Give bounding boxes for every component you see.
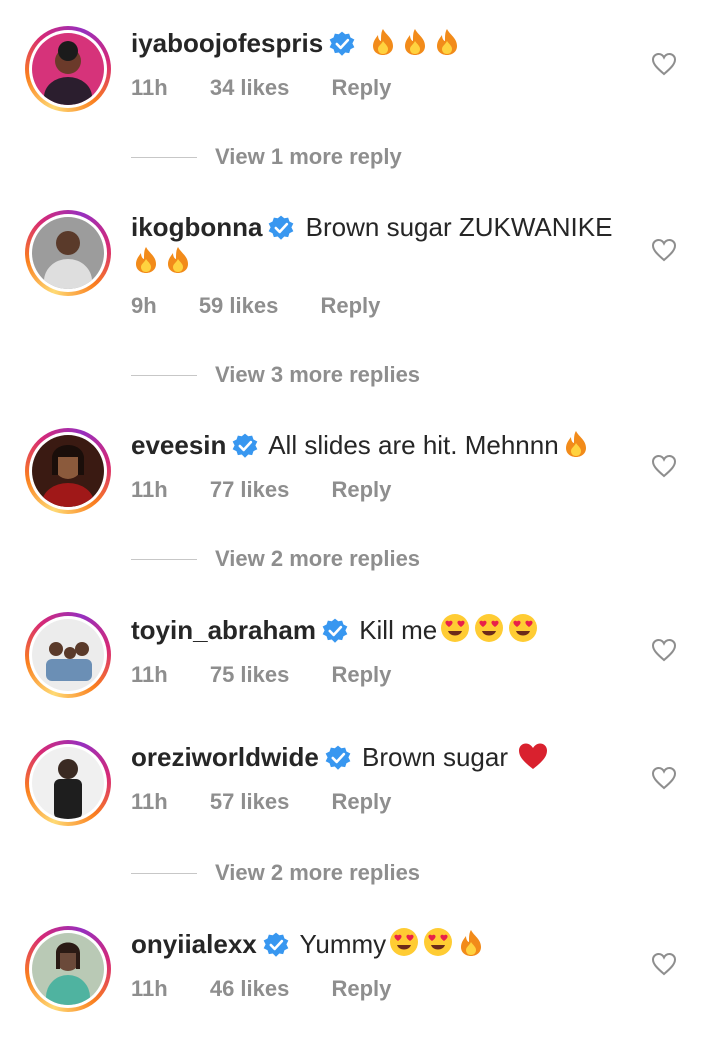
comment-text: Kill me	[359, 615, 438, 645]
comment-likes[interactable]: 57 likes	[210, 789, 290, 814]
avatar-story-ring[interactable]	[25, 740, 111, 826]
avatar	[32, 33, 104, 105]
comments-feed: iyaboojofespris 11h 34 likes Reply View …	[0, 0, 720, 1046]
divider	[131, 374, 197, 376]
verified-badge-icon	[232, 433, 258, 459]
heart-outline-icon[interactable]	[651, 52, 677, 76]
fire-emoji-icon	[561, 429, 591, 467]
comment-text: Brown sugar ZUKWANIKE	[305, 212, 613, 242]
heart-eyes-emoji-icon	[473, 612, 505, 652]
comment-username[interactable]: iyaboojofespris	[131, 28, 323, 58]
avatar-story-ring[interactable]	[25, 428, 111, 514]
view-more-label[interactable]: View 2 more replies	[215, 546, 420, 572]
verified-badge-icon	[268, 215, 294, 241]
divider	[131, 558, 197, 560]
heart-eyes-emoji-icon	[507, 612, 539, 652]
view-more-label[interactable]: View 3 more replies	[215, 362, 420, 388]
comment-text: Yummy	[299, 929, 387, 959]
avatar-story-ring[interactable]	[25, 26, 111, 112]
fire-emoji-icon	[400, 27, 430, 65]
verified-badge-icon	[329, 31, 355, 57]
divider	[131, 156, 197, 158]
comment-likes[interactable]: 46 likes	[210, 976, 290, 1001]
comment-likes[interactable]: 77 likes	[210, 477, 290, 502]
comment-time: 11h	[131, 789, 168, 814]
avatar-story-ring[interactable]	[25, 210, 111, 296]
verified-badge-icon	[322, 618, 348, 644]
view-more-replies[interactable]: View 3 more replies	[131, 360, 420, 390]
comment-username[interactable]: onyiialexx	[131, 929, 257, 959]
reply-button[interactable]: Reply	[331, 789, 391, 814]
avatar	[32, 933, 104, 1005]
comment-time: 9h	[131, 293, 157, 318]
comment-likes[interactable]: 34 likes	[210, 75, 290, 100]
comment-username[interactable]: toyin_abraham	[131, 615, 316, 645]
avatar-story-ring[interactable]	[25, 926, 111, 1012]
divider	[131, 872, 197, 874]
heart-eyes-emoji-icon	[439, 612, 471, 652]
comment-time: 11h	[131, 75, 168, 100]
fire-emoji-icon	[163, 245, 193, 283]
avatar	[32, 747, 104, 819]
comment-time: 11h	[131, 976, 168, 1001]
comment-time: 11h	[131, 662, 168, 687]
comment-username[interactable]: eveesin	[131, 430, 226, 460]
comment-time: 11h	[131, 477, 168, 502]
reply-button[interactable]: Reply	[320, 293, 380, 318]
heart-outline-icon[interactable]	[651, 638, 677, 662]
reply-button[interactable]: Reply	[331, 976, 391, 1001]
fire-emoji-icon	[432, 27, 462, 65]
avatar	[32, 217, 104, 289]
fire-emoji-icon	[131, 245, 161, 283]
heart-eyes-emoji-icon	[388, 926, 420, 966]
red-heart-emoji-icon	[517, 741, 549, 779]
heart-outline-icon[interactable]	[651, 952, 677, 976]
view-more-label[interactable]: View 2 more replies	[215, 860, 420, 886]
view-more-replies[interactable]: View 1 more reply	[131, 142, 402, 172]
verified-badge-icon	[325, 745, 351, 771]
heart-eyes-emoji-icon	[422, 926, 454, 966]
avatar	[32, 619, 104, 691]
view-more-replies[interactable]: View 2 more replies	[131, 858, 420, 888]
comment-username[interactable]: oreziworldwide	[131, 742, 319, 772]
comment-likes[interactable]: 75 likes	[210, 662, 290, 687]
view-more-label[interactable]: View 1 more reply	[215, 144, 402, 170]
avatar-story-ring[interactable]	[25, 612, 111, 698]
comment-username[interactable]: ikogbonna	[131, 212, 262, 242]
fire-emoji-icon	[368, 27, 398, 65]
comment-likes[interactable]: 59 likes	[199, 293, 279, 318]
heart-outline-icon[interactable]	[651, 238, 677, 262]
comment-text: All slides are hit. Mehnnn	[268, 430, 559, 460]
heart-outline-icon[interactable]	[651, 766, 677, 790]
reply-button[interactable]: Reply	[331, 662, 391, 687]
view-more-replies[interactable]: View 2 more replies	[131, 544, 420, 574]
verified-badge-icon	[263, 932, 289, 958]
reply-button[interactable]: Reply	[331, 75, 391, 100]
avatar	[32, 435, 104, 507]
reply-button[interactable]: Reply	[331, 477, 391, 502]
comment-text: Brown sugar	[362, 742, 509, 772]
fire-emoji-icon	[456, 928, 486, 966]
heart-outline-icon[interactable]	[651, 454, 677, 478]
